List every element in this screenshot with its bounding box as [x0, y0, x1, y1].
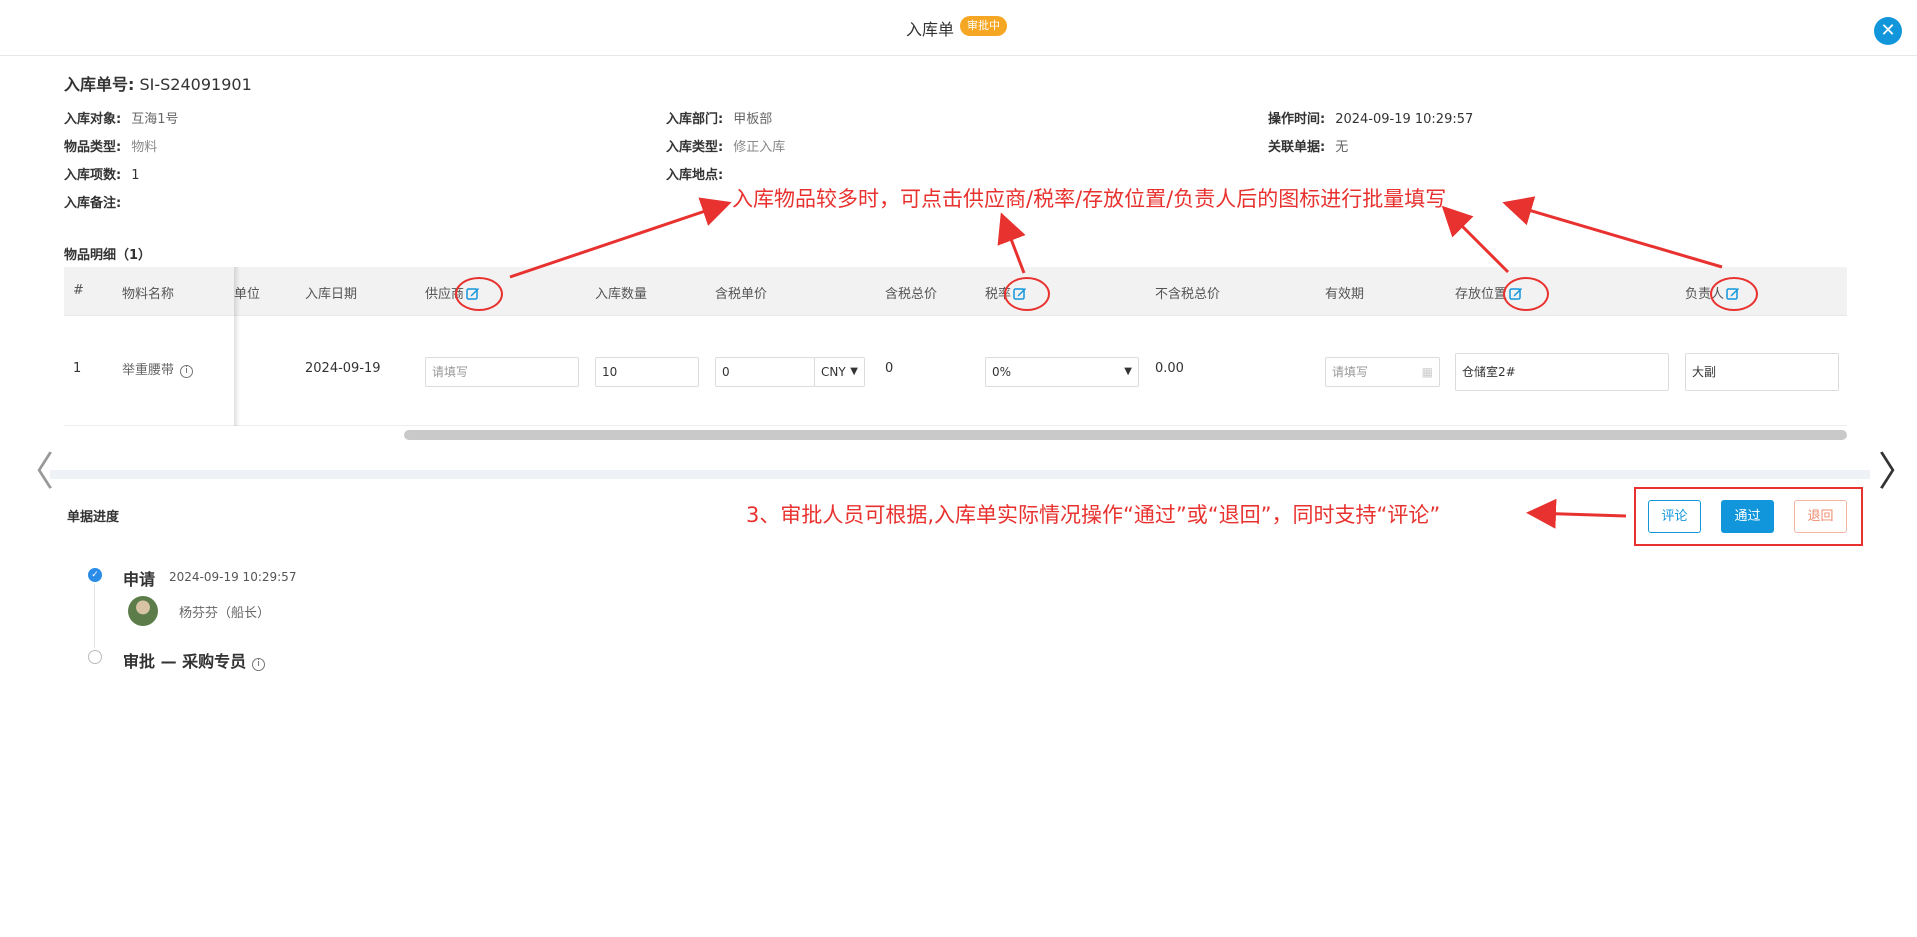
arrow-location: [1441, 205, 1510, 274]
arrow-tax: [997, 212, 1026, 274]
arrow-owner: [1502, 196, 1723, 269]
arrow-supplier: [509, 197, 732, 279]
annotation-arrows: [509, 196, 1723, 529]
arrow-approval: [1526, 498, 1627, 529]
